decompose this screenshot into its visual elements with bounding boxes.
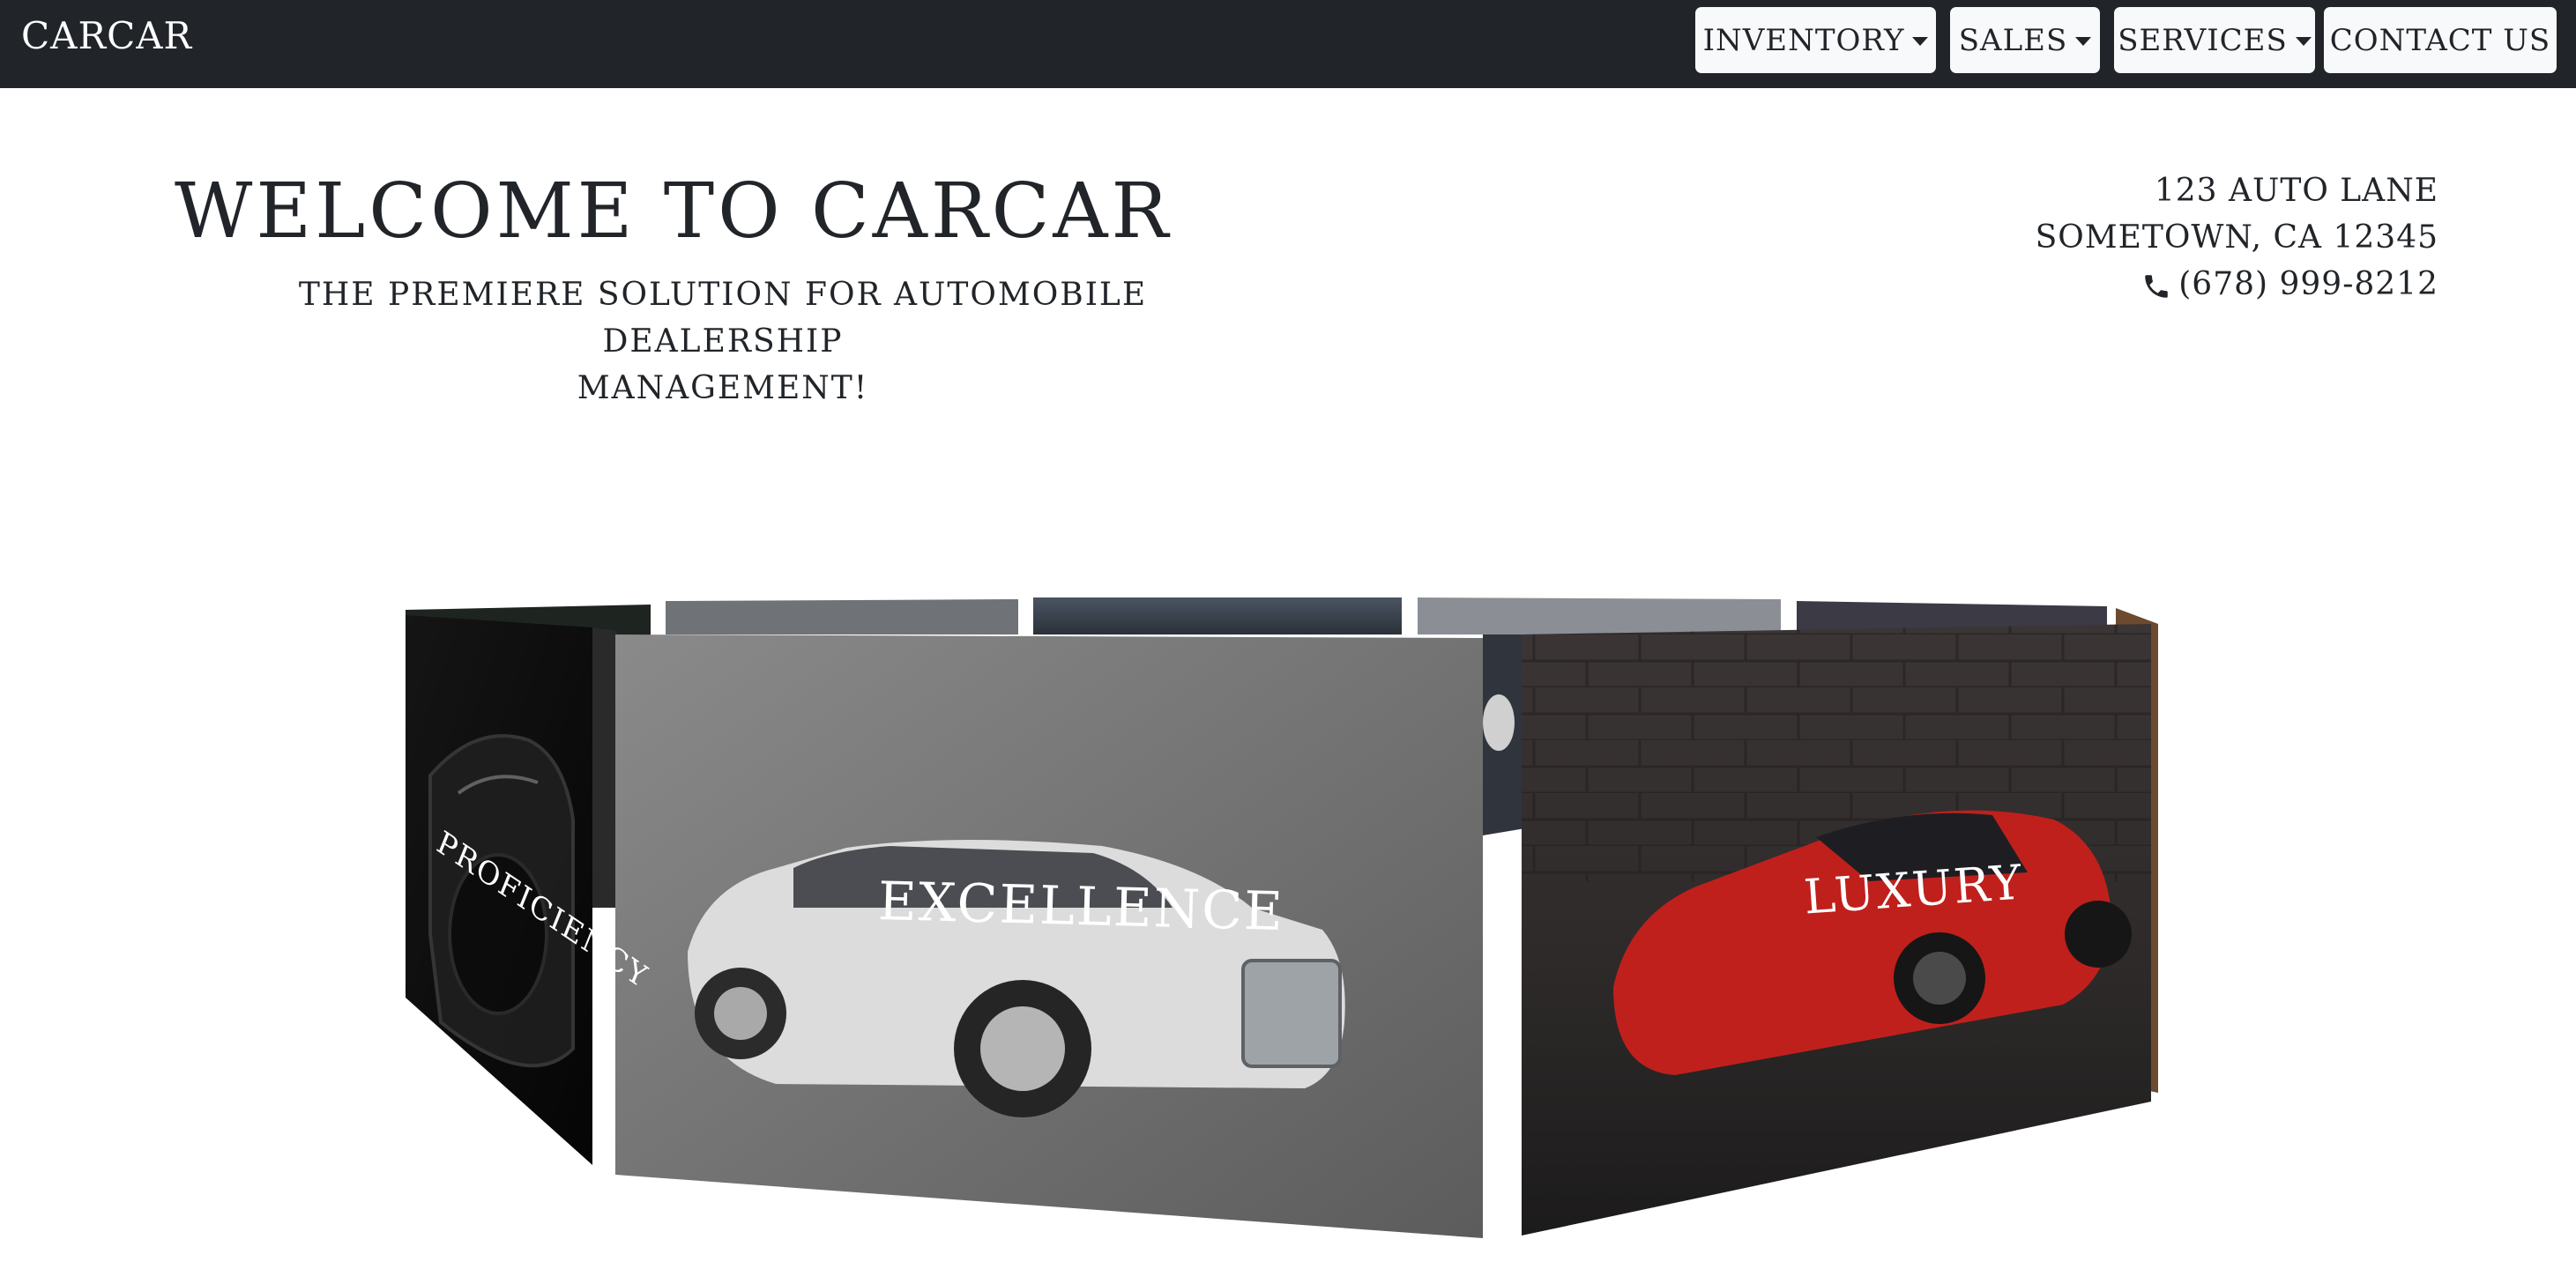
- carousel-caption-excellence: EXCELLENCE: [877, 870, 1285, 944]
- carousel-back-panel: [1033, 597, 1402, 634]
- carousel-back-panel: [666, 599, 1018, 634]
- car-carousel[interactable]: [0, 0, 2576, 1269]
- car-wheel-shape: [1483, 694, 1515, 751]
- carousel-side-strip: [592, 627, 617, 908]
- carousel-back-panel: [1418, 597, 1781, 634]
